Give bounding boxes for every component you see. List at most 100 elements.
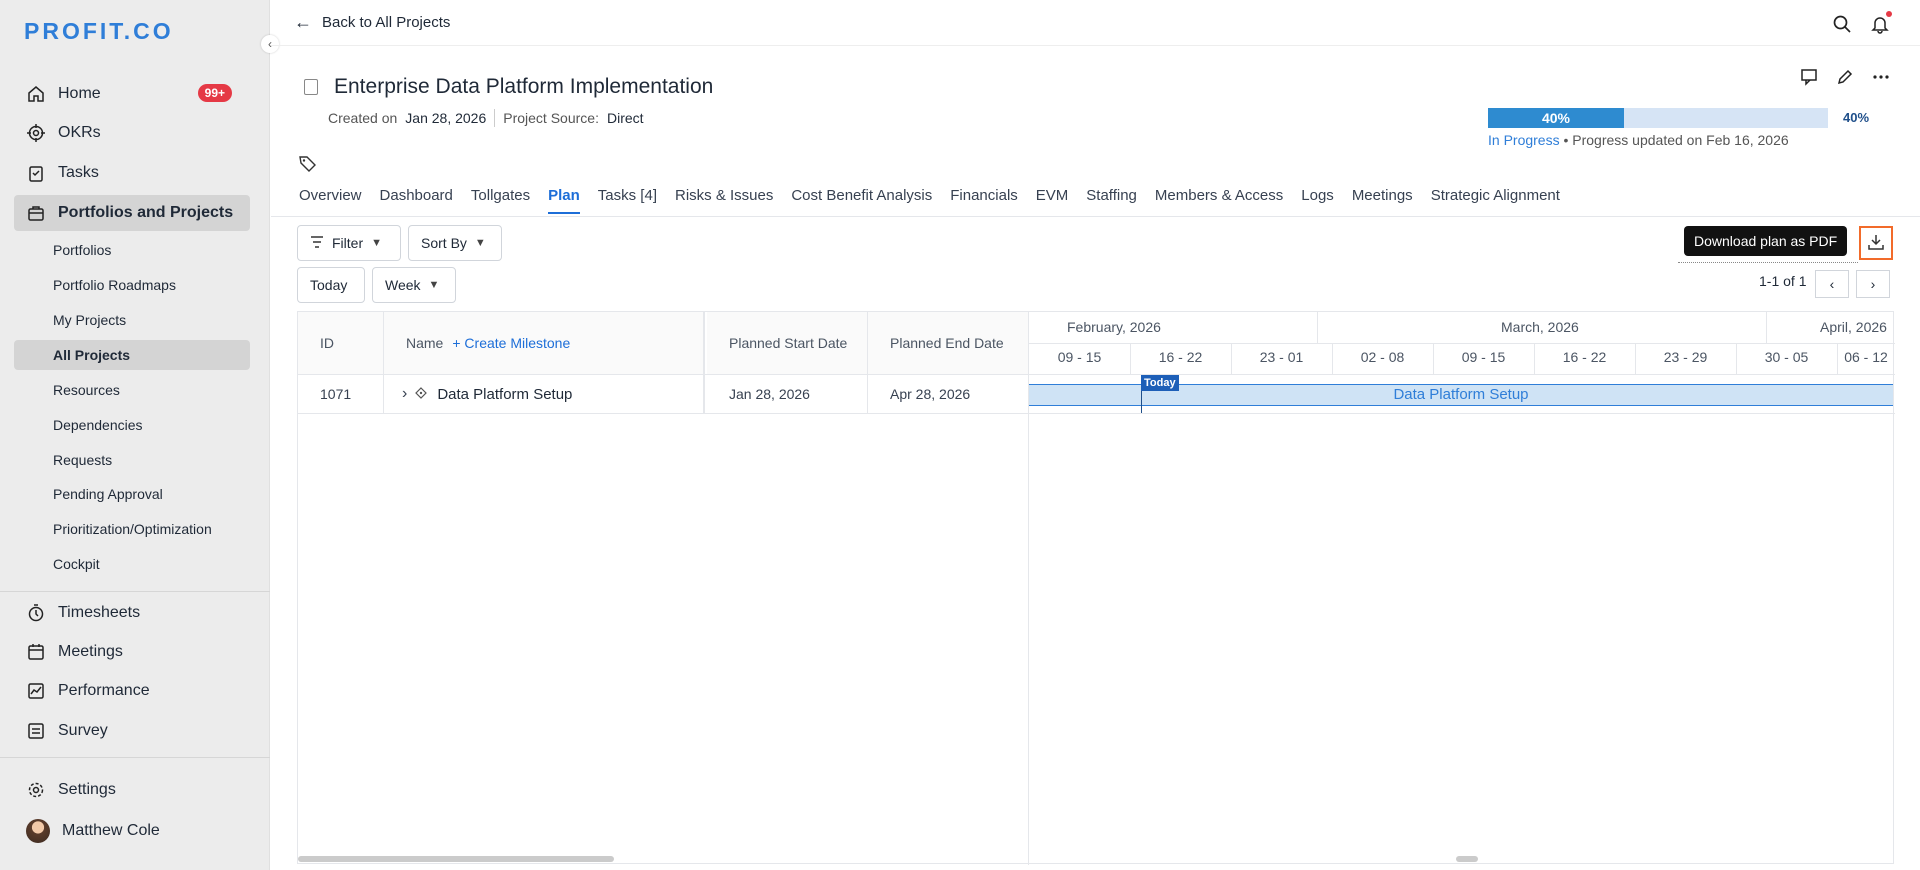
tag-icon[interactable] <box>298 155 318 176</box>
source-label: Project Source: <box>503 110 599 126</box>
tabs-divider <box>271 216 1920 217</box>
week-select[interactable]: Week ▼ <box>372 267 456 303</box>
download-pdf-button[interactable] <box>1859 226 1893 260</box>
sub-cockpit[interactable]: Cockpit <box>14 549 250 579</box>
sub-prioritization[interactable]: Prioritization/Optimization <box>14 514 250 544</box>
edit-icon[interactable] <box>1836 68 1854 89</box>
calendar-icon <box>26 642 46 662</box>
sort-label: Sort By <box>421 235 467 251</box>
more-icon[interactable] <box>1872 68 1890 89</box>
bell-icon[interactable] <box>1870 11 1892 37</box>
week-separator <box>1231 343 1232 374</box>
project-tabs: Overview Dashboard Tollgates Plan Tasks [4] R… <box>299 187 1578 214</box>
week-separator <box>1534 343 1535 374</box>
create-milestone-link[interactable]: + Create Milestone <box>452 335 570 351</box>
nav-portfolios-projects[interactable]: Portfolios and Projects <box>14 195 250 231</box>
tab-plan[interactable]: Plan <box>548 187 580 214</box>
tab-risks-issues[interactable]: Risks & Issues <box>675 187 773 214</box>
sub-resources[interactable]: Resources <box>14 375 250 405</box>
progress-status: In Progress • Progress updated on Feb 16… <box>1488 132 1789 148</box>
sub-dependencies[interactable]: Dependencies <box>14 410 250 440</box>
comment-icon[interactable] <box>1800 68 1818 89</box>
week-separator <box>1635 343 1636 374</box>
sidebar-divider <box>0 757 270 758</box>
milestone-diamond-icon <box>415 386 428 402</box>
next-page-button[interactable]: › <box>1856 270 1890 298</box>
tab-financials[interactable]: Financials <box>950 187 1018 214</box>
progress-updated: • Progress updated on Feb 16, 2026 <box>1563 132 1789 148</box>
header-end: Planned End Date <box>868 312 1028 374</box>
nav-settings[interactable]: Settings <box>14 772 250 808</box>
plan-grid: ID Name + Create Milestone Planned Start… <box>297 311 1895 865</box>
progress-percent: 40% <box>1843 110 1870 125</box>
tab-evm[interactable]: EVM <box>1036 187 1069 214</box>
week-separator <box>1130 343 1131 374</box>
briefcase-icon <box>26 203 46 223</box>
sub-my-projects[interactable]: My Projects <box>14 305 250 335</box>
tab-overview[interactable]: Overview <box>299 187 362 214</box>
gear-icon <box>26 780 46 800</box>
tab-tollgates[interactable]: Tollgates <box>471 187 530 214</box>
prev-page-button[interactable]: ‹ <box>1815 270 1849 298</box>
month-label: March, 2026 <box>1501 319 1579 335</box>
sub-portfolios[interactable]: Portfolios <box>14 235 250 265</box>
table-row-name[interactable]: › Data Platform Setup <box>402 375 572 413</box>
clipboard-icon <box>26 163 46 183</box>
nav-performance[interactable]: Performance <box>14 673 250 709</box>
tab-staffing[interactable]: Staffing <box>1086 187 1137 214</box>
avatar <box>26 819 50 843</box>
nav-survey-label: Survey <box>58 722 108 739</box>
filter-button[interactable]: Filter ▼ <box>297 225 401 261</box>
nav-timesheets[interactable]: Timesheets <box>14 595 250 631</box>
sidebar: PROFIT.CO ‹ Home 99+ OKRs Tasks Portfoli… <box>0 0 279 870</box>
tab-strategic-alignment[interactable]: Strategic Alignment <box>1431 187 1560 214</box>
back-link[interactable]: ← Back to All Projects <box>294 12 450 33</box>
tab-dashboard[interactable]: Dashboard <box>380 187 453 214</box>
chevron-left-icon: ‹ <box>1829 276 1835 292</box>
nav-timesheets-label: Timesheets <box>58 604 141 621</box>
nav-home[interactable]: Home 99+ <box>14 76 250 112</box>
week-label: 09 - 15 <box>1057 349 1102 365</box>
tab-tasks-4[interactable]: Tasks [4] <box>598 187 657 214</box>
week-label: 06 - 12 <box>1844 349 1888 365</box>
tab-logs[interactable]: Logs <box>1301 187 1334 214</box>
chart-icon <box>26 681 46 701</box>
nav-survey[interactable]: Survey <box>14 713 250 749</box>
pager-text: 1-1 of 1 <box>1759 273 1807 289</box>
user-name: Matthew Cole <box>62 822 160 839</box>
today-button[interactable]: Today <box>297 267 365 303</box>
tab-cost-benefit-analysis[interactable]: Cost Benefit Analysis <box>791 187 932 214</box>
download-icon <box>1867 233 1885 254</box>
download-tooltip: Download plan as PDF <box>1684 226 1848 256</box>
nav-tasks[interactable]: Tasks <box>14 155 250 191</box>
week-separator <box>1433 343 1434 374</box>
chevron-down-icon: ▼ <box>474 237 486 249</box>
sub-all-projects[interactable]: All Projects <box>14 340 250 370</box>
search-icon[interactable] <box>1832 14 1852 37</box>
nav-meetings[interactable]: Meetings <box>14 634 250 670</box>
chevron-right-icon: › <box>1870 276 1876 292</box>
nav-meetings-label: Meetings <box>58 643 123 660</box>
nav-okrs-label: OKRs <box>58 124 101 141</box>
month-label: April, 2026 <box>1820 319 1887 335</box>
month-separator <box>1317 312 1318 343</box>
sub-requests[interactable]: Requests <box>14 445 250 475</box>
tab-members-access[interactable]: Members & Access <box>1155 187 1283 214</box>
sort-by-button[interactable]: Sort By ▼ <box>408 225 502 261</box>
horizontal-scrollbar[interactable] <box>298 856 614 862</box>
nav-okrs[interactable]: OKRs <box>14 115 250 151</box>
month-separator <box>1766 312 1767 343</box>
sub-portfolio-roadmaps[interactable]: Portfolio Roadmaps <box>14 270 250 300</box>
gantt-area: February, 2026 March, 2026 April, 2026 0… <box>1029 312 1895 865</box>
status-text: In Progress <box>1488 132 1560 148</box>
horizontal-scrollbar[interactable] <box>1456 856 1478 862</box>
tab-meetings[interactable]: Meetings <box>1352 187 1413 214</box>
chevron-down-icon: ▼ <box>428 279 440 291</box>
chevron-right-icon[interactable]: › <box>402 385 407 403</box>
user-profile[interactable]: Matthew Cole <box>14 813 250 849</box>
top-icons <box>1832 11 1892 37</box>
sub-pending-approval[interactable]: Pending Approval <box>14 479 250 509</box>
stopwatch-icon <box>26 603 46 623</box>
row-start: Jan 28, 2026 <box>729 386 810 402</box>
week-label: 23 - 29 <box>1663 349 1708 365</box>
